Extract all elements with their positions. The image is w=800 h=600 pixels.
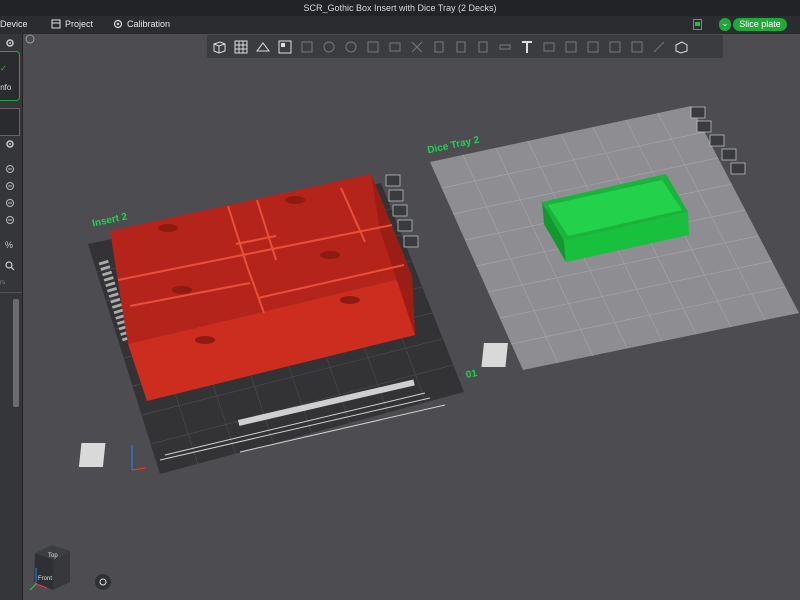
add-cube-icon[interactable] xyxy=(209,37,229,57)
reset-view-button[interactable] xyxy=(95,574,111,590)
lock-icon[interactable] xyxy=(721,148,737,161)
arrange-icon[interactable] xyxy=(392,204,408,217)
cut-icon[interactable] xyxy=(407,37,427,57)
plate-corner-marker xyxy=(481,343,508,367)
fit-icon[interactable] xyxy=(583,37,603,57)
split-icon[interactable] xyxy=(297,37,317,57)
plate-settings-icon[interactable] xyxy=(671,37,691,57)
close-icon[interactable] xyxy=(385,174,401,187)
build-plate-scene: ▌▌▌▌▌▌▌▌▌▌▌▌▌▌▌ Top Front xyxy=(25,34,799,591)
flatten-icon[interactable] xyxy=(649,37,669,57)
variable-layer-icon[interactable] xyxy=(627,37,647,57)
support-paint-icon[interactable] xyxy=(429,37,449,57)
measure-icon[interactable] xyxy=(495,37,515,57)
viewcube-front-label: Front xyxy=(38,576,52,582)
arrange-icon[interactable] xyxy=(275,37,295,57)
orient-icon[interactable] xyxy=(388,189,404,202)
assembly-icon[interactable] xyxy=(561,37,581,57)
auto-orient-icon[interactable] xyxy=(253,37,273,57)
3d-toolbar xyxy=(207,35,723,58)
orient-icon[interactable] xyxy=(696,120,712,133)
scale-icon[interactable] xyxy=(363,37,383,57)
text-icon[interactable] xyxy=(517,37,537,57)
mesh-boolean-icon[interactable] xyxy=(539,37,559,57)
grid-icon[interactable] xyxy=(231,37,251,57)
lay-on-face-icon[interactable] xyxy=(385,37,405,57)
plate-corner-marker xyxy=(78,443,106,467)
color-paint-icon[interactable] xyxy=(473,37,493,57)
seam-icon[interactable] xyxy=(451,37,471,57)
view-cube[interactable]: Top Front xyxy=(29,545,70,591)
close-icon[interactable] xyxy=(690,106,706,119)
collapse-icon[interactable] xyxy=(25,34,35,44)
view-icon[interactable] xyxy=(605,37,625,57)
move-icon[interactable] xyxy=(319,37,339,57)
lock-icon[interactable] xyxy=(397,219,413,232)
rotate-icon[interactable] xyxy=(341,37,361,57)
viewcube-top-label: Top xyxy=(48,553,58,559)
settings-icon[interactable] xyxy=(403,235,419,248)
plate-number: 01 xyxy=(464,367,479,382)
settings-icon[interactable] xyxy=(730,162,746,175)
arrange-icon[interactable] xyxy=(709,134,725,147)
